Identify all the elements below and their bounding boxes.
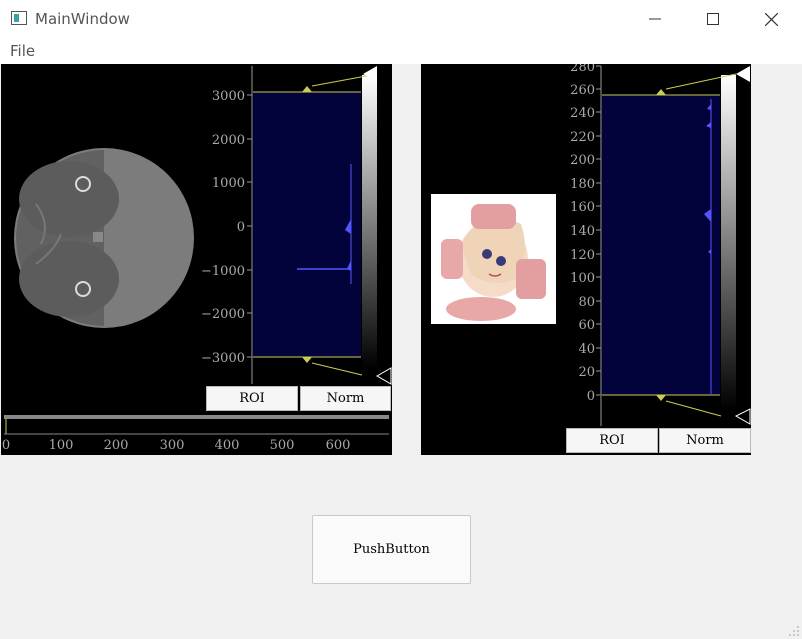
menu-bar: File xyxy=(0,38,802,64)
ct-slice-image[interactable] xyxy=(14,148,194,328)
right-level-bottom-handle[interactable] xyxy=(656,395,666,401)
slider-tick-200: 200 xyxy=(104,438,129,453)
slider-axis: 0 100 200 300 400 500 600 xyxy=(2,438,351,453)
right-tick-60: 60 xyxy=(578,318,595,333)
slider-tick-600: 600 xyxy=(326,438,351,453)
right-tick-0: 0 xyxy=(587,389,595,404)
left-tick-label-m1000: −1000 xyxy=(201,264,245,279)
right-tick-80: 80 xyxy=(578,295,595,310)
right-gradient-bottom-handle[interactable] xyxy=(734,408,751,425)
left-histogram-axis: 3000 2000 1000 0 −1000 −2000 −3000 xyxy=(201,66,253,384)
minimize-button[interactable] xyxy=(626,0,684,38)
left-frame-slider-track[interactable] xyxy=(4,415,389,419)
right-tick-100: 100 xyxy=(570,271,595,286)
left-roi-button[interactable]: ROI xyxy=(206,386,298,411)
left-norm-button[interactable]: Norm xyxy=(300,386,391,411)
slider-tick-500: 500 xyxy=(270,438,295,453)
left-gradient-bottom-handle[interactable] xyxy=(375,367,392,385)
left-tick-label-1000: 1000 xyxy=(212,176,245,191)
right-tick-20: 20 xyxy=(578,365,595,380)
left-tick-label-2000: 2000 xyxy=(212,133,245,148)
right-tick-220: 220 xyxy=(570,130,595,145)
right-tick-200: 200 xyxy=(570,153,595,168)
slider-tick-0: 0 xyxy=(2,438,10,453)
right-norm-button[interactable]: Norm xyxy=(659,428,751,453)
left-level-bottom-handle[interactable] xyxy=(302,357,312,363)
close-icon xyxy=(764,12,778,26)
close-button[interactable] xyxy=(742,0,800,38)
left-tick-label-0: 0 xyxy=(237,220,245,235)
right-histogram-axis: 280 260 240 220 200 180 160 140 120 100 … xyxy=(570,64,602,426)
minimize-icon xyxy=(649,18,661,20)
slider-tick-300: 300 xyxy=(160,438,185,453)
right-tick-280: 280 xyxy=(570,64,595,75)
maximize-button[interactable] xyxy=(684,0,742,38)
menu-file[interactable]: File xyxy=(10,42,35,60)
maximize-icon xyxy=(707,13,719,25)
character-image[interactable] xyxy=(431,194,556,324)
slider-tick-100: 100 xyxy=(49,438,74,453)
right-view-canvas: 280 260 240 220 200 180 160 140 120 100 … xyxy=(431,64,751,426)
left-tick-label-m2000: −2000 xyxy=(201,307,245,322)
right-tick-120: 120 xyxy=(570,248,595,263)
left-tick-label-3000: 3000 xyxy=(212,89,245,104)
right-gradient-top-handle[interactable] xyxy=(736,66,750,82)
right-image-view: 280 260 240 220 200 180 160 140 120 100 … xyxy=(421,64,751,455)
right-tick-240: 240 xyxy=(570,106,595,121)
right-histogram-region[interactable] xyxy=(602,95,720,395)
title-bar: MainWindow xyxy=(0,0,802,38)
right-tick-160: 160 xyxy=(570,200,595,215)
left-tick-label-m3000: −3000 xyxy=(201,351,245,366)
right-gradient-bar xyxy=(721,75,736,410)
right-tick-180: 180 xyxy=(570,177,595,192)
right-tick-140: 140 xyxy=(570,224,595,239)
app-icon xyxy=(11,11,27,25)
left-gradient-bar xyxy=(362,75,377,369)
right-tick-40: 40 xyxy=(578,342,595,357)
window-title: MainWindow xyxy=(35,10,130,28)
right-tick-260: 260 xyxy=(570,83,595,98)
left-histogram-region[interactable] xyxy=(253,92,361,357)
right-level-top-handle[interactable] xyxy=(656,89,666,95)
right-roi-button[interactable]: ROI xyxy=(566,428,658,453)
left-level-top-handle[interactable] xyxy=(302,86,312,92)
push-button[interactable]: PushButton xyxy=(312,515,471,584)
resize-grip-icon[interactable] xyxy=(788,625,800,637)
slider-tick-400: 400 xyxy=(215,438,240,453)
